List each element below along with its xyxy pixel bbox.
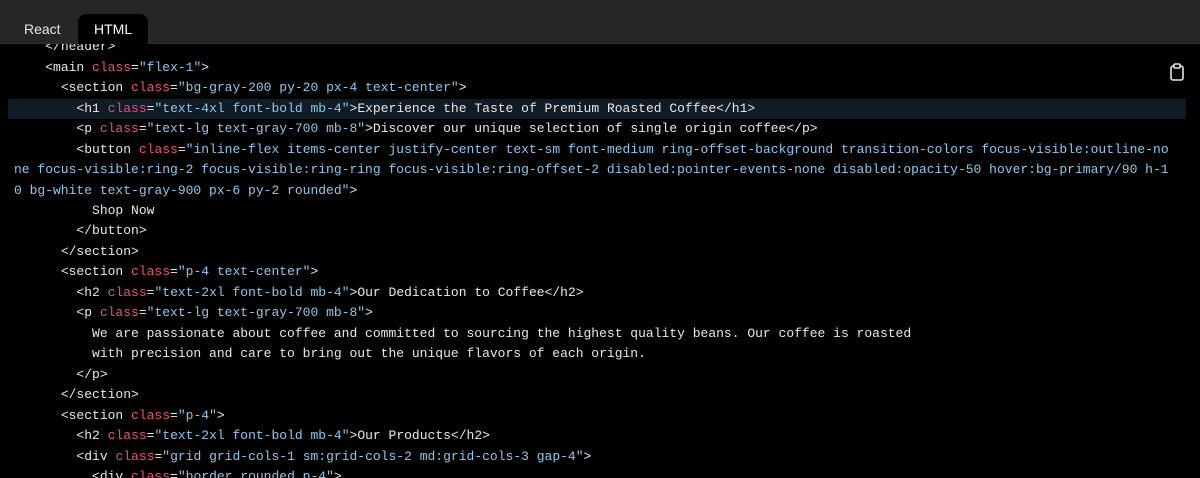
code-line: </button> [76,223,147,238]
code-line: <section class="p-4 text-center"> [60,264,319,279]
code-line: </section> [60,387,139,402]
clipboard-icon [1170,63,1184,81]
code-line: <h2 class="text-2xl font-bold mb-4">Our … [76,428,490,443]
code-line: <section class="bg-gray-200 py-20 px-4 t… [60,80,467,95]
code-line-highlighted: <h1 class="text-4xl font-bold mb-4">Expe… [8,99,1186,120]
code-line: </header> [45,44,116,54]
code-line: with precision and care to bring out the… [92,346,646,361]
code-line: </section> [60,244,139,259]
code-line: <div class="grid grid-cols-1 sm:grid-col… [76,449,592,464]
code-line: Shop Now [92,203,155,218]
code-line: <div class="border rounded p-4"> [92,469,342,478]
tab-react[interactable]: React [8,14,77,44]
code-line-wrapped: <button class="inline-flex items-center … [14,142,1169,198]
code-line: <p class="text-lg text-gray-700 mb-8">Di… [76,121,818,136]
tab-bar: React HTML [0,0,1200,45]
code-line: <p class="text-lg text-gray-700 mb-8"> [76,305,373,320]
code-line: We are passionate about coffee and commi… [92,326,912,341]
code-line: <h2 class="text-2xl font-bold mb-4">Our … [76,285,584,300]
code-line: <section class="p-4"> [60,408,225,423]
code-line: </p> [76,367,108,382]
code-preview-window: React HTML </header> <main class="flex-1… [0,0,1200,478]
tab-html[interactable]: HTML [78,14,149,45]
code-viewer[interactable]: </header> <main class="flex-1"> <section… [0,44,1200,478]
copy-code-button[interactable] [1168,62,1186,82]
code-line: <main class="flex-1"> [45,60,210,75]
